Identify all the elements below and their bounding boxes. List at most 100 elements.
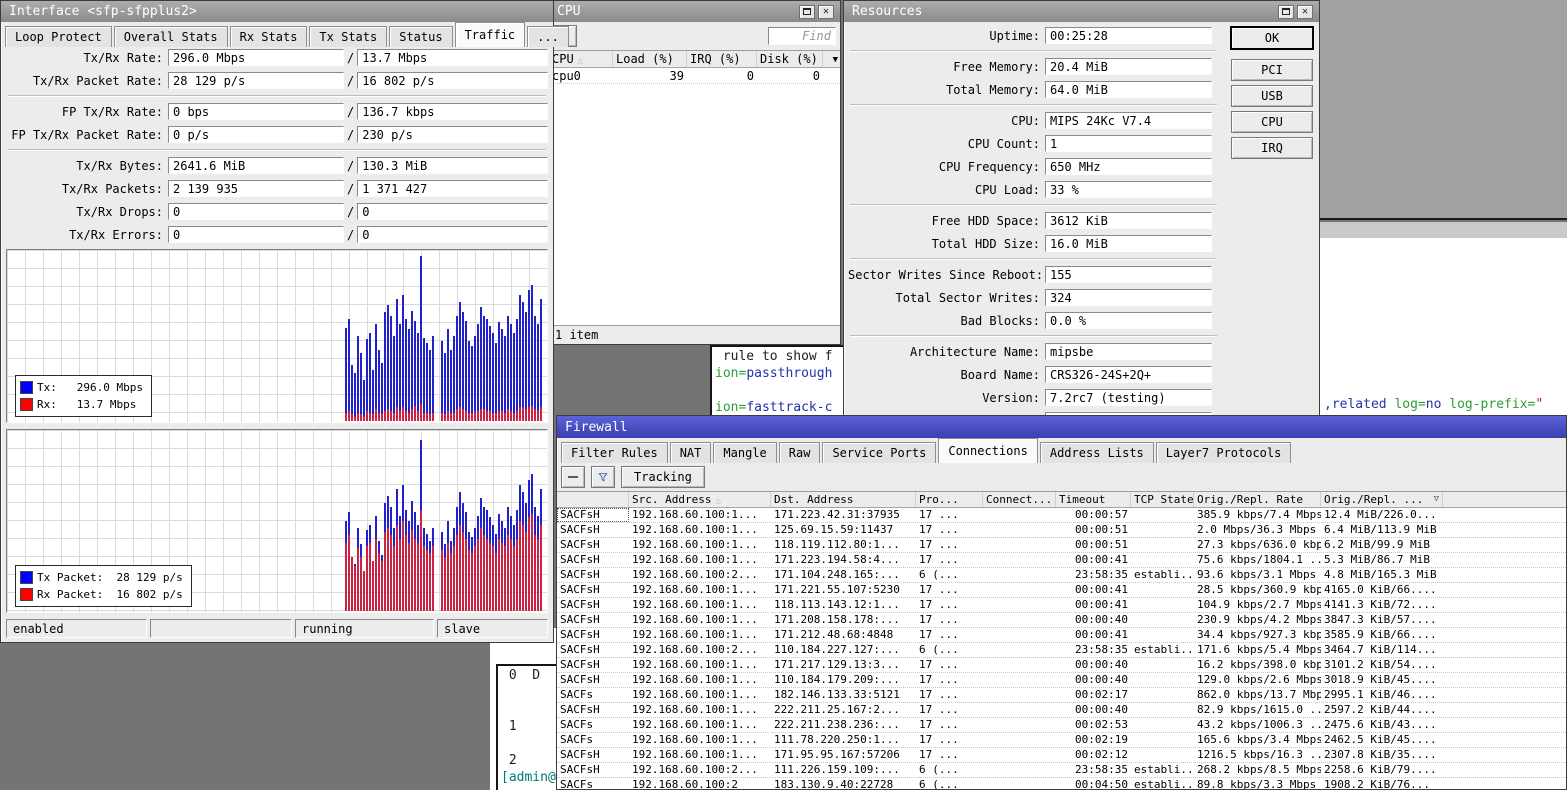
column-header-disk[interactable]: Disk (%) <box>757 51 823 67</box>
column-header-timeout[interactable]: Timeout <box>1056 492 1131 507</box>
connection-row[interactable]: SACFsH192.168.60.100:1...125.69.15.59:11… <box>557 523 1566 538</box>
maximize-icon[interactable] <box>1278 5 1294 19</box>
tab-traffic[interactable]: Traffic <box>455 22 526 47</box>
remove-button[interactable] <box>561 466 585 488</box>
tx-rx-rate-rx-input[interactable]: 13.7 Mbps <box>357 49 548 66</box>
firewall-titlebar[interactable]: Firewall <box>557 416 1566 438</box>
column-header-irq[interactable]: IRQ (%) <box>687 51 757 67</box>
column-header-load[interactable]: Load (%) <box>613 51 687 67</box>
tab-mangle[interactable]: Mangle <box>713 442 776 463</box>
connection-row[interactable]: SACFsH192.168.60.100:2...111.226.159.109… <box>557 763 1566 778</box>
bad-blocks-input[interactable]: 0.0 % <box>1045 312 1212 329</box>
interface-window-title: Interface <sfp-sfpplus2> <box>9 4 197 19</box>
connection-row[interactable]: SACFsH192.168.60.100:1...171.221.55.107:… <box>557 583 1566 598</box>
fp-tx-rx-rate-rx-input[interactable]: 136.7 kbps <box>357 103 548 120</box>
connection-row[interactable]: SACFsH192.168.60.100:1...118.119.112.80:… <box>557 538 1566 553</box>
connection-row[interactable]: SACFsH192.168.60.100:1...171.212.48.68:4… <box>557 628 1566 643</box>
column-header-src-address[interactable]: Src. Address△ <box>629 492 771 507</box>
tab-nat[interactable]: NAT <box>670 442 712 463</box>
total-hdd-size-input[interactable]: 16.0 MiB <box>1045 235 1212 252</box>
filter-button[interactable] <box>591 466 615 488</box>
cpu-titlebar[interactable]: CPU ✕ <box>549 1 840 22</box>
free-memory-input[interactable]: 20.4 MiB <box>1045 58 1212 75</box>
column-header-orig-repl[interactable]: Orig./Repl. ...▽ <box>1321 492 1443 507</box>
close-icon[interactable]: ✕ <box>1297 5 1313 19</box>
connection-row[interactable]: SACFsH192.168.60.100:1...171.217.129.13:… <box>557 658 1566 673</box>
column-header-connect[interactable]: Connect... <box>983 492 1056 507</box>
free-hdd-space-input[interactable]: 3612 KiB <box>1045 212 1212 229</box>
column-header-flags[interactable] <box>557 492 629 507</box>
tx-rx-packets-rx-input[interactable]: 1 371 427 <box>357 180 548 197</box>
tx-rx-bytes-tx-input[interactable]: 2641.6 MiB <box>168 157 344 174</box>
column-header-cpu[interactable]: CPU△ <box>549 51 613 67</box>
connection-row[interactable]: SACFsH192.168.60.100:1...171.208.158.178… <box>557 613 1566 628</box>
fp-tx-rx-rate-tx-input[interactable]: 0 bps <box>168 103 344 120</box>
architecture-name-input[interactable]: mipsbe <box>1045 343 1212 360</box>
fp-tx-rx-packet-rate-tx-input[interactable]: 0 p/s <box>168 126 344 143</box>
close-icon[interactable]: ✕ <box>818 5 834 19</box>
tab-more[interactable]: ... <box>527 26 569 47</box>
tab-rx-stats[interactable]: Rx Stats <box>230 26 308 47</box>
board-name-input[interactable]: CRS326-24S+2Q+ <box>1045 366 1212 383</box>
pci-button[interactable]: PCI <box>1231 59 1313 81</box>
tracking-button[interactable]: Tracking <box>621 466 705 488</box>
tab-overall-stats[interactable]: Overall Stats <box>114 26 228 47</box>
column-header-dst-address[interactable]: Dst. Address <box>771 492 916 507</box>
usb-button[interactable]: USB <box>1231 85 1313 107</box>
tx-rx-drops-rx-input[interactable]: 0 <box>357 203 548 220</box>
cpu-row[interactable]: cpu03900 <box>549 68 840 84</box>
find-input[interactable]: Find <box>768 27 836 45</box>
connection-row[interactable]: SACFs192.168.60.100:2183.130.9.40:227286… <box>557 778 1566 789</box>
connection-row[interactable]: SACFsH192.168.60.100:1...118.113.143.12:… <box>557 598 1566 613</box>
tab-filter-rules[interactable]: Filter Rules <box>561 442 668 463</box>
connection-row[interactable]: SACFsH192.168.60.100:1...171.223.194.58:… <box>557 553 1566 568</box>
tab-address-lists[interactable]: Address Lists <box>1040 442 1154 463</box>
tx-rx-errors-rx-input[interactable]: 0 <box>357 226 548 243</box>
connection-row[interactable]: SACFsH192.168.60.100:2...110.184.227.127… <box>557 643 1566 658</box>
fp-tx-rx-packet-rate-rx-input[interactable]: 230 p/s <box>357 126 548 143</box>
connection-row[interactable]: SACFs192.168.60.100:1...182.146.133.33:5… <box>557 688 1566 703</box>
connection-row[interactable]: SACFsH192.168.60.100:1...171.95.95.167:5… <box>557 748 1566 763</box>
cpu-input[interactable]: MIPS 24Kc V7.4 <box>1045 112 1212 129</box>
column-header-orig-repl-rate[interactable]: Orig./Repl. Rate <box>1194 492 1321 507</box>
sector-writes-since-reboot-input[interactable]: 155 <box>1045 266 1212 283</box>
tx-rx-packet-rate-rx-input[interactable]: 16 802 p/s <box>357 72 548 89</box>
tx-rx-rate-tx-input[interactable]: 296.0 Mbps <box>168 49 344 66</box>
ok-button[interactable]: OK <box>1231 27 1313 49</box>
tab-raw[interactable]: Raw <box>779 442 821 463</box>
total-memory-input[interactable]: 64.0 MiB <box>1045 81 1212 98</box>
tx-rx-bytes-rx-input[interactable]: 130.3 MiB <box>357 157 548 174</box>
tab-status[interactable]: Status <box>389 26 452 47</box>
cpu-frequency-input[interactable]: 650 MHz <box>1045 158 1212 175</box>
interface-titlebar[interactable]: Interface <sfp-sfpplus2> <box>1 1 553 22</box>
cpu-count-input[interactable]: 1 <box>1045 135 1212 152</box>
uptime-input[interactable]: 00:25:28 <box>1045 27 1212 44</box>
version-input[interactable]: 7.2rc7 (testing) <box>1045 389 1212 406</box>
tx-rx-packet-rate-tx-input[interactable]: 28 129 p/s <box>168 72 344 89</box>
cpu-load-input[interactable]: 33 % <box>1045 181 1212 198</box>
tx-rx-packets-tx-input[interactable]: 2 139 935 <box>168 180 344 197</box>
tx-rx-errors-tx-input[interactable]: 0 <box>168 226 344 243</box>
tx-rx-drops-tx-input[interactable]: 0 <box>168 203 344 220</box>
tab-connections[interactable]: Connections <box>938 438 1037 463</box>
maximize-icon[interactable] <box>799 5 815 19</box>
connection-row[interactable]: SACFsH192.168.60.100:1...171.223.42.31:3… <box>557 508 1566 523</box>
connection-row[interactable]: SACFsH192.168.60.100:2...171.104.248.165… <box>557 568 1566 583</box>
column-header-pro[interactable]: Pro... <box>916 492 983 507</box>
tab-service-ports[interactable]: Service Ports <box>822 442 936 463</box>
cpu-button[interactable]: CPU <box>1231 111 1313 133</box>
tab-layer7-protocols[interactable]: Layer7 Protocols <box>1156 442 1292 463</box>
total-sector-writes-input[interactable]: 324 <box>1045 289 1212 306</box>
connection-row[interactable]: SACFs192.168.60.100:1...222.211.238.236:… <box>557 718 1566 733</box>
irq-button[interactable]: IRQ <box>1231 137 1313 159</box>
column-header-tcp-state[interactable]: TCP State <box>1131 492 1194 507</box>
cell-connection-mark <box>983 553 1056 567</box>
tab-loop-protect[interactable]: Loop Protect <box>5 26 112 47</box>
resources-titlebar[interactable]: Resources ✕ <box>844 1 1319 22</box>
cell-timeout: 23:58:35 <box>1056 763 1131 777</box>
connection-row[interactable]: SACFsH192.168.60.100:1...110.184.179.209… <box>557 673 1566 688</box>
tab-tx-stats[interactable]: Tx Stats <box>309 26 387 47</box>
dropdown-arrow-icon[interactable]: ▼ <box>833 55 838 65</box>
connection-row[interactable]: SACFs192.168.60.100:1...111.78.220.250:1… <box>557 733 1566 748</box>
connection-row[interactable]: SACFsH192.168.60.100:1...222.211.25.167:… <box>557 703 1566 718</box>
